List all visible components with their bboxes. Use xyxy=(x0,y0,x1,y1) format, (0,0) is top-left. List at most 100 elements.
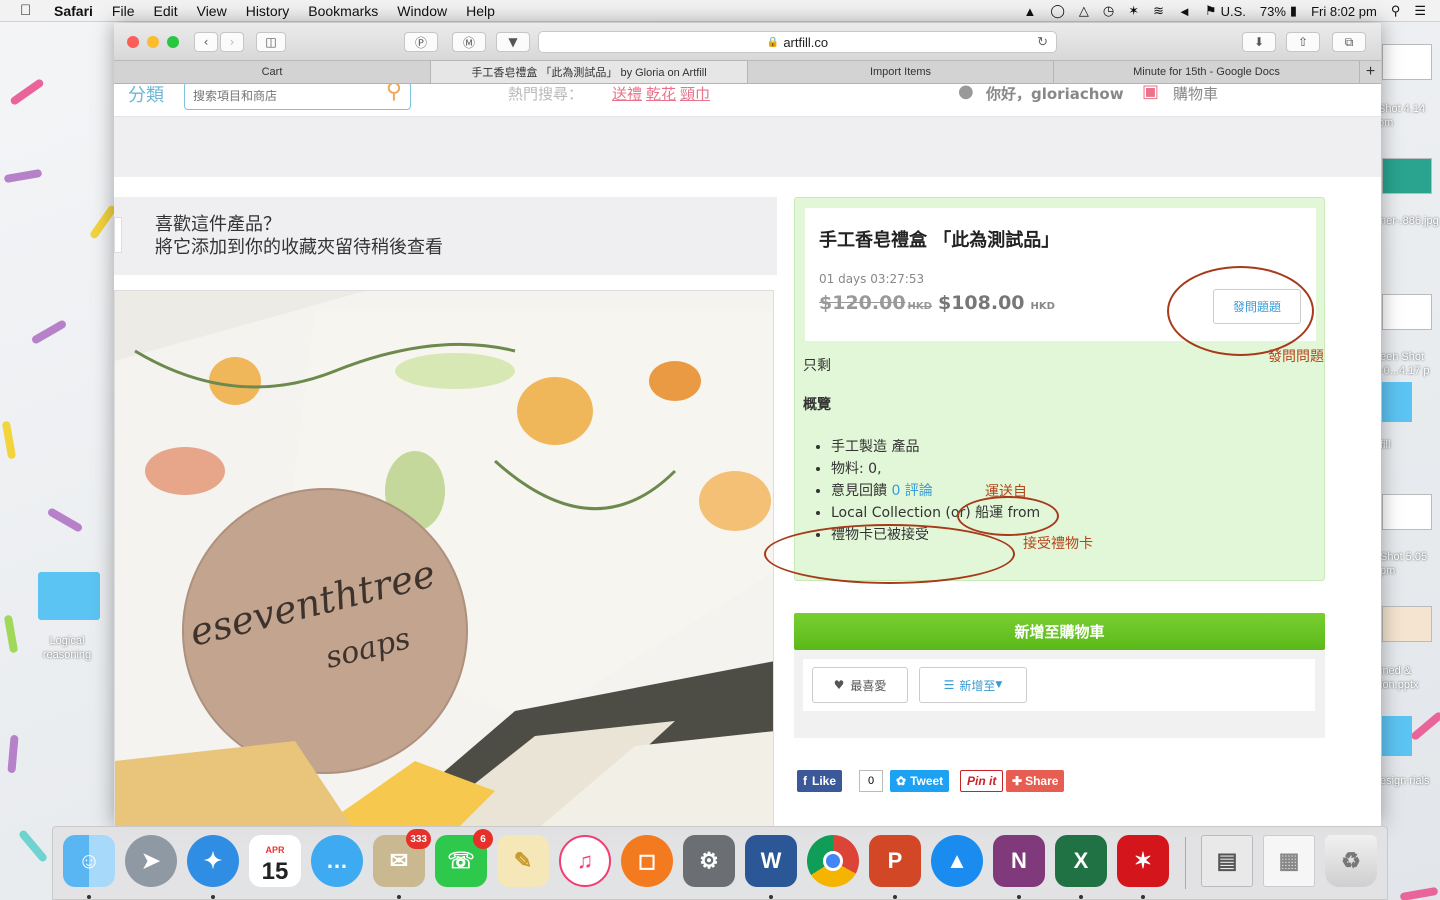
close-window-button[interactable] xyxy=(127,36,139,48)
clock[interactable]: Fri 8:02 pm xyxy=(1311,4,1377,19)
category-menu[interactable]: 分類 xyxy=(128,84,164,107)
safari-icon[interactable]: ✦ xyxy=(187,835,239,887)
powerpoint-icon[interactable]: P xyxy=(869,835,921,887)
site-search-input[interactable] xyxy=(193,87,363,105)
acrobat-icon[interactable]: ✶ xyxy=(1117,835,1169,887)
documents-stack-icon[interactable]: ▤ xyxy=(1201,835,1253,887)
menu-view[interactable]: View xyxy=(197,3,227,19)
add-to-cart-button[interactable]: 新增至購物車 xyxy=(794,613,1325,650)
volume-icon[interactable]: ◄ xyxy=(1178,4,1191,19)
menu-file[interactable]: File xyxy=(112,3,135,19)
running-indicator xyxy=(211,895,215,899)
favorite-box: ♥ 最喜愛 ☰ 新增至 ▼ xyxy=(794,650,1325,738)
share-icon[interactable]: ⇧ xyxy=(1286,32,1320,52)
tab-import-items[interactable]: Import Items xyxy=(748,61,1054,83)
dock: ☺ ➤ ✦ APR 15 … ✉ 333 ☏ 6 ✎ ♫ ◻ ⚙ W P ▲ N X… xyxy=(52,826,1388,900)
ibooks-icon[interactable]: ◻ xyxy=(621,835,673,887)
word-icon[interactable]: W xyxy=(745,835,797,887)
address-bar[interactable]: 🔒 artfill.co ↻ xyxy=(538,31,1057,53)
new-tab-button[interactable]: + xyxy=(1360,61,1381,83)
calendar-icon[interactable]: APR 15 xyxy=(249,835,301,887)
spotlight-icon[interactable]: ⚲ xyxy=(1391,3,1401,19)
wifi-icon[interactable]: ≋ xyxy=(1153,3,1164,19)
sprinkle-decoration xyxy=(1409,710,1440,742)
sidebar-toggle-icon[interactable]: ◫ xyxy=(256,32,286,52)
search-icon[interactable]: ⚲ xyxy=(386,84,402,104)
cart-icon[interactable]: ▣ xyxy=(1142,84,1159,102)
pocket-extension-icon[interactable]: ▼ xyxy=(496,32,530,52)
chrome-icon[interactable] xyxy=(807,835,859,887)
tab-cart[interactable]: Cart xyxy=(114,61,431,83)
facebook-like-button[interactable]: f Like xyxy=(797,770,843,792)
tab-google-docs[interactable]: Minute for 15th - Google Docs xyxy=(1054,61,1360,83)
menu-window[interactable]: Window xyxy=(397,3,447,19)
folder-icon[interactable] xyxy=(38,572,100,620)
menu-bar:  Safari File Edit View History Bookmark… xyxy=(0,0,1440,22)
reviews-link[interactable]: 0 評論 xyxy=(891,483,932,499)
add-to-list-button[interactable]: ☰ 新增至 ▼ xyxy=(919,667,1027,703)
pages-icon[interactable]: ✎ xyxy=(497,835,549,887)
launchpad-icon[interactable]: ➤ xyxy=(125,835,177,887)
grammarly-extension-icon[interactable]: Ⓜ xyxy=(452,32,486,52)
hot-tag-scarf[interactable]: 頸巾 xyxy=(680,84,710,104)
bluetooth-icon[interactable]: ✶ xyxy=(1128,3,1139,19)
google-drive-icon[interactable]: △ xyxy=(1079,3,1089,19)
facetime-icon[interactable]: ☏ 6 xyxy=(435,829,493,887)
battery-icon[interactable]: ▮ xyxy=(1290,3,1297,19)
time-machine-icon[interactable]: ◷ xyxy=(1103,3,1114,19)
creative-cloud-icon[interactable]: ◯ xyxy=(1050,3,1065,19)
menu-bookmarks[interactable]: Bookmarks xyxy=(308,3,378,19)
trash-icon[interactable]: ♻ xyxy=(1325,835,1377,887)
finder-icon[interactable]: ☺ xyxy=(63,835,115,887)
pinterest-pin-button[interactable]: Pin it xyxy=(960,770,1004,792)
menu-app-name[interactable]: Safari xyxy=(54,3,93,19)
excel-icon[interactable]: X xyxy=(1055,835,1107,887)
folder-icon[interactable] xyxy=(1382,716,1412,756)
forward-button[interactable]: › xyxy=(220,32,244,52)
onenote-icon[interactable]: N xyxy=(993,835,1045,887)
menu-edit[interactable]: Edit xyxy=(153,3,177,19)
image-thumbnail[interactable] xyxy=(1382,158,1432,194)
tweet-label: Tweet xyxy=(910,774,944,788)
back-button[interactable]: ‹ xyxy=(194,32,218,52)
sprinkle-decoration xyxy=(9,77,45,107)
favorite-button[interactable]: ♥ 最喜愛 xyxy=(812,667,908,703)
notification-center-icon[interactable]: ☰ xyxy=(1414,3,1426,19)
system-preferences-icon[interactable]: ⚙ xyxy=(683,835,735,887)
menu-history[interactable]: History xyxy=(246,3,290,19)
reload-icon[interactable]: ↻ xyxy=(1037,34,1048,50)
messages-icon[interactable]: … xyxy=(311,835,363,887)
adobe-icon[interactable]: ▲ xyxy=(1023,4,1036,19)
cart-link[interactable]: 購物車 xyxy=(1173,84,1218,104)
screenshot-thumbnail[interactable] xyxy=(1382,44,1432,80)
zoom-window-button[interactable] xyxy=(167,36,179,48)
downloads-stack-icon[interactable]: ▦ xyxy=(1263,835,1315,887)
input-source[interactable]: U.S. xyxy=(1221,4,1246,19)
app-store-icon[interactable]: ▲ xyxy=(931,835,983,887)
tweet-button[interactable]: ✿ Tweet xyxy=(890,770,950,792)
itunes-icon[interactable]: ♫ xyxy=(559,835,611,887)
tabs-overview-icon[interactable]: ⧉ xyxy=(1332,32,1366,52)
folder-icon[interactable] xyxy=(1382,382,1412,422)
screenshot-thumbnail[interactable] xyxy=(1382,294,1432,330)
annotation-oval-ship xyxy=(957,496,1059,536)
calendar-day: 15 xyxy=(261,858,289,885)
pptx-thumbnail[interactable] xyxy=(1382,606,1432,642)
mail-icon[interactable]: ✉ 333 xyxy=(373,829,431,887)
battery-percent[interactable]: 73% xyxy=(1260,4,1286,19)
pinterest-extension-icon[interactable]: Ⓟ xyxy=(404,32,438,52)
screenshot-thumbnail[interactable] xyxy=(1382,494,1432,530)
tab-bar: Cart 手工香皂禮盒 「此為測試品」 by Gloria on Artfill… xyxy=(114,61,1381,84)
downloads-icon[interactable]: ⬇ xyxy=(1242,32,1276,52)
tab-product[interactable]: 手工香皂禮盒 「此為測試品」 by Gloria on Artfill xyxy=(431,61,748,83)
minimize-window-button[interactable] xyxy=(147,36,159,48)
menu-help[interactable]: Help xyxy=(466,3,495,19)
share-button[interactable]: ✚ Share xyxy=(1006,770,1065,792)
hot-tag-gift[interactable]: 送禮 xyxy=(612,84,642,104)
flag-icon[interactable]: ⚑ xyxy=(1205,3,1217,19)
hot-tag-dried-flower[interactable]: 乾花 xyxy=(646,84,676,104)
apple-icon[interactable]:  xyxy=(20,2,40,19)
user-greeting[interactable]: 你好，gloriachow xyxy=(986,84,1124,104)
user-avatar-icon[interactable]: ● xyxy=(958,84,974,102)
product-photo[interactable]: eseventhtree soaps xyxy=(114,290,774,826)
